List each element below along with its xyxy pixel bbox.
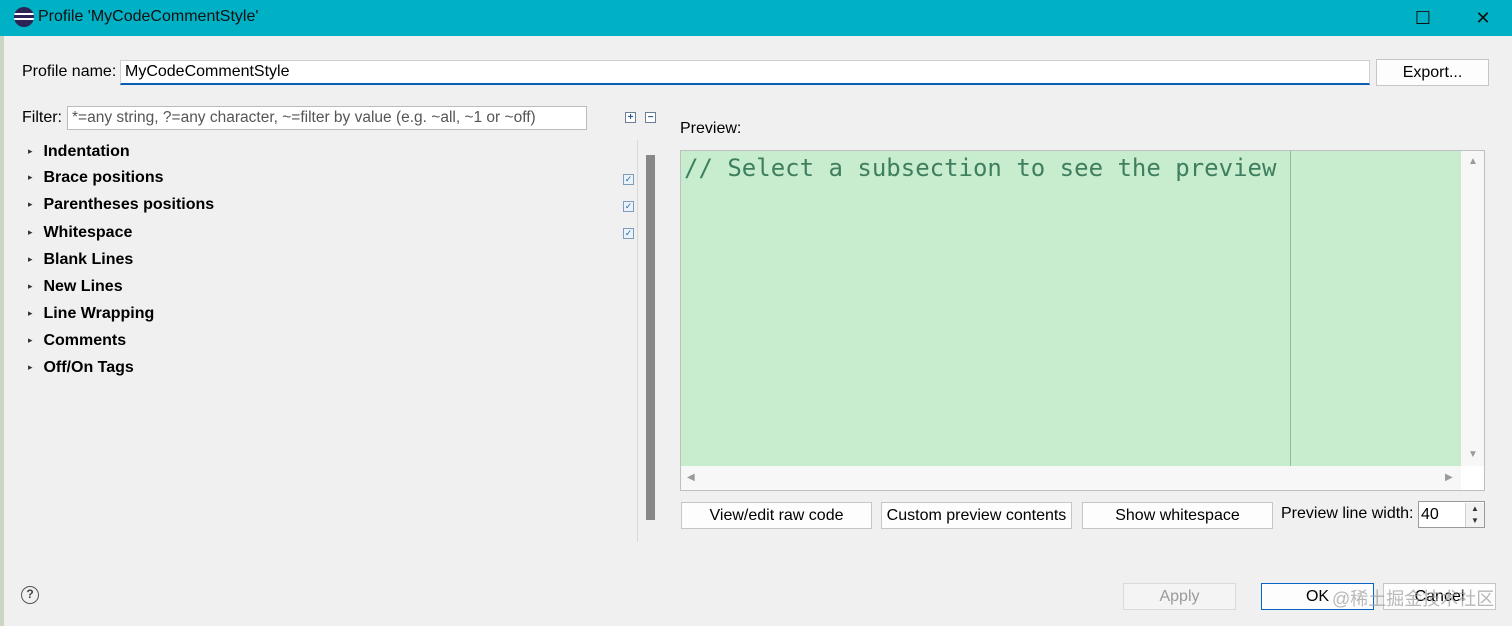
tree-item-whitespace[interactable]: ▸ Whitespace: [28, 224, 132, 242]
tree-item-label: Comments: [43, 332, 127, 349]
tree-item-label: Off/On Tags: [43, 359, 134, 376]
modified-check-icon: ✓: [623, 228, 634, 239]
tree-item-parentheses-positions[interactable]: ▸ Parentheses positions: [28, 196, 214, 214]
scroll-right-icon[interactable]: ▶: [1445, 472, 1453, 483]
tree-item-label: Blank Lines: [43, 251, 134, 268]
scroll-left-icon[interactable]: ◀: [687, 472, 695, 483]
splitter-sash[interactable]: [646, 155, 655, 520]
expand-arrow-icon[interactable]: ▸: [28, 172, 39, 183]
tree-item-blank-lines[interactable]: ▸ Blank Lines: [28, 251, 133, 269]
modified-check-icon: ✓: [623, 201, 634, 212]
watermark-text: @稀土掘金技术社区: [1332, 589, 1495, 609]
view-edit-raw-code-button[interactable]: View/edit raw code: [681, 502, 872, 529]
spin-down-icon[interactable]: ▼: [1465, 515, 1484, 527]
preview-code-text: // Select a subsection to see the previe…: [684, 154, 1277, 182]
print-margin-line: [1290, 151, 1291, 466]
preview-line-width-spinner[interactable]: 40 ▲ ▼: [1418, 501, 1485, 528]
spin-up-icon[interactable]: ▲: [1465, 503, 1484, 515]
tree-item-brace-positions[interactable]: ▸ Brace positions: [28, 169, 163, 187]
modified-check-icon: ✓: [623, 174, 634, 185]
tree-item-label: New Lines: [43, 278, 123, 295]
expand-arrow-icon[interactable]: ▸: [28, 335, 39, 346]
scroll-up-icon[interactable]: ▲: [1468, 156, 1478, 167]
tree-item-off-on-tags[interactable]: ▸ Off/On Tags: [28, 359, 134, 377]
expand-arrow-icon[interactable]: ▸: [28, 362, 39, 373]
profile-name-label: Profile name:: [22, 63, 117, 80]
tree-item-line-wrapping[interactable]: ▸ Line Wrapping: [28, 305, 154, 323]
preview-horizontal-scrollbar[interactable]: ◀ ▶: [681, 466, 1461, 490]
background-window-edge: [0, 36, 4, 626]
expand-arrow-icon[interactable]: ▸: [28, 146, 39, 157]
window-title: Profile 'MyCodeCommentStyle': [38, 8, 259, 25]
tree-item-label: Brace positions: [43, 169, 164, 186]
expand-arrow-icon[interactable]: ▸: [28, 308, 39, 319]
custom-preview-contents-button[interactable]: Custom preview contents: [881, 502, 1072, 529]
maximize-button[interactable]: ☐: [1400, 0, 1446, 36]
show-whitespace-button[interactable]: Show whitespace: [1082, 502, 1273, 529]
preview-line-width-label: Preview line width:: [1281, 505, 1414, 522]
tree-item-comments[interactable]: ▸ Comments: [28, 332, 126, 350]
tree-item-label: Line Wrapping: [43, 305, 155, 322]
filter-label: Filter:: [22, 109, 62, 126]
apply-button[interactable]: Apply: [1123, 583, 1236, 610]
tree-item-indentation[interactable]: ▸ Indentation: [28, 143, 130, 161]
tree-item-new-lines[interactable]: ▸ New Lines: [28, 278, 123, 296]
panel-divider: [637, 140, 638, 542]
tree-item-label: Parentheses positions: [43, 196, 215, 213]
expand-arrow-icon[interactable]: ▸: [28, 254, 39, 265]
preview-code-area[interactable]: // Select a subsection to see the previe…: [681, 151, 1461, 466]
title-bar: Profile 'MyCodeCommentStyle' ☐ ✕: [0, 0, 1512, 36]
expand-arrow-icon[interactable]: ▸: [28, 227, 39, 238]
collapse-all-icon[interactable]: −: [645, 112, 656, 123]
eclipse-icon: [14, 7, 34, 27]
tree-item-label: Whitespace: [43, 224, 133, 241]
close-button[interactable]: ✕: [1460, 0, 1506, 36]
filter-input[interactable]: *=any string, ?=any character, ~=filter …: [67, 106, 587, 130]
export-button[interactable]: Export...: [1376, 59, 1489, 86]
preview-label: Preview:: [680, 120, 742, 137]
expand-arrow-icon[interactable]: ▸: [28, 281, 39, 292]
help-icon[interactable]: ?: [21, 586, 39, 604]
preview-vertical-scrollbar[interactable]: ▲ ▼: [1461, 151, 1484, 466]
scroll-down-icon[interactable]: ▼: [1468, 449, 1478, 460]
expand-arrow-icon[interactable]: ▸: [28, 199, 39, 210]
line-width-value[interactable]: 40: [1421, 506, 1439, 524]
tree-item-label: Indentation: [43, 143, 130, 160]
profile-name-input[interactable]: MyCodeCommentStyle: [120, 60, 1370, 85]
expand-all-icon[interactable]: +: [625, 112, 636, 123]
